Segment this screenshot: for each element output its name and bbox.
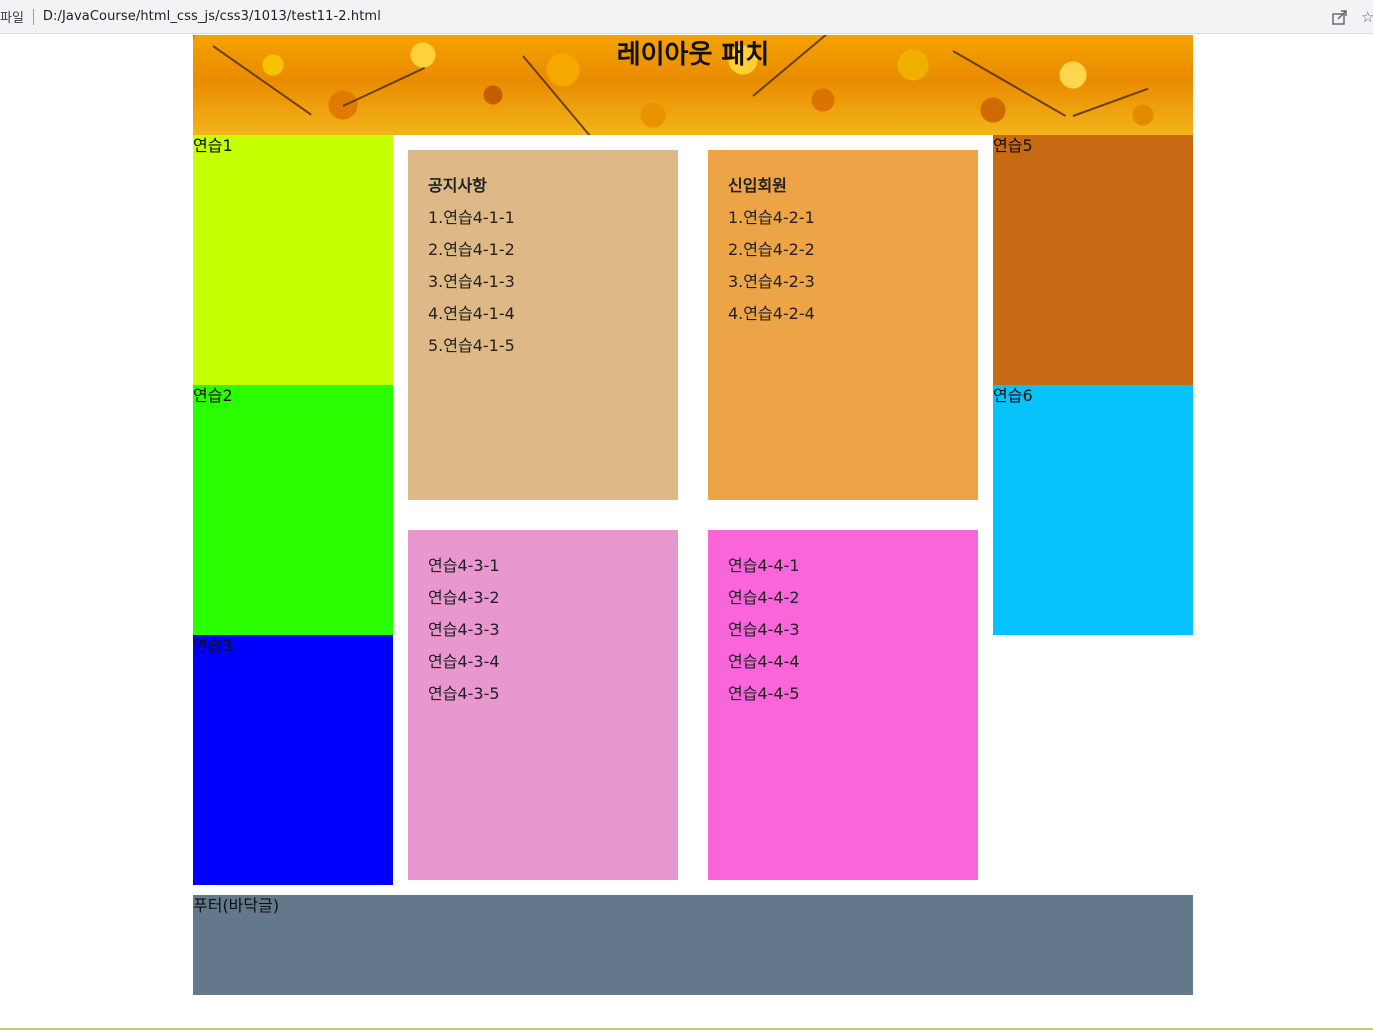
list-item: 1.연습4-2-1 (728, 208, 815, 227)
header-banner: 레이아웃 패치 (193, 35, 1193, 135)
share-icon[interactable] (1331, 8, 1349, 26)
box-label: 연습3 (193, 636, 233, 655)
list-item: 2.연습4-1-2 (428, 240, 515, 259)
box-practice-3: 연습3 (193, 635, 393, 885)
box-practice-2: 연습2 (193, 385, 393, 635)
box-practice-1: 연습1 (193, 135, 393, 385)
list-item: 2.연습4-2-2 (728, 240, 815, 259)
list-item: 연습4-3-5 (428, 684, 500, 703)
box-label: 연습1 (193, 136, 233, 155)
list-item: 4.연습4-2-4 (728, 304, 815, 323)
footer: 푸터(바닥글) (193, 895, 1193, 995)
box-label: 연습6 (993, 386, 1033, 405)
list-item: 3.연습4-1-3 (428, 272, 515, 291)
list-item: 연습4-4-2 (728, 588, 800, 607)
list-item: 연습4-3-4 (428, 652, 500, 671)
list-item: 연습4-3-3 (428, 620, 500, 639)
url-text[interactable]: D:/JavaCourse/html_css_js/css3/1013/test… (43, 9, 381, 24)
list-item: 3.연습4-2-3 (728, 272, 815, 291)
box-label: 연습5 (993, 136, 1033, 155)
protocol-label: 파일 (0, 11, 24, 26)
address-bar[interactable]: 파일 D:/JavaCourse/html_css_js/css3/1013/t… (0, 0, 1373, 34)
box-practice-5: 연습5 (993, 135, 1193, 385)
list-item: 1.연습4-1-1 (428, 208, 515, 227)
list-item: 연습4-4-1 (728, 556, 800, 575)
branch-decoration (1072, 87, 1149, 117)
panel-new-members: 신입회원 1.연습4-2-1 2.연습4-2-2 3.연습4-2-3 4.연습4… (708, 150, 978, 500)
star-icon[interactable]: ☆ (1361, 8, 1373, 26)
panel-title: 신입회원 (728, 176, 787, 195)
list-item: 연습4-4-3 (728, 620, 800, 639)
list-item: 5.연습4-1-5 (428, 336, 515, 355)
panel-notice: 공지사항 1.연습4-1-1 2.연습4-1-2 3.연습4-1-3 4.연습4… (408, 150, 678, 500)
panel-practice-4-4: 연습4-4-1 연습4-4-2 연습4-4-3 연습4-4-4 연습4-4-5 (708, 530, 978, 880)
panel-title: 공지사항 (428, 176, 487, 195)
panel-practice-4-3: 연습4-3-1 연습4-3-2 연습4-3-3 연습4-3-4 연습4-3-5 (408, 530, 678, 880)
branch-decoration (342, 67, 425, 107)
list-item: 연습4-4-4 (728, 652, 800, 671)
page-title: 레이아웃 패치 (616, 40, 770, 70)
list-item: 연습4-4-5 (728, 684, 800, 703)
address-divider (32, 8, 34, 25)
list-item: 연습4-3-2 (428, 588, 500, 607)
box-practice-6: 연습6 (993, 385, 1193, 635)
list-item: 연습4-3-1 (428, 556, 500, 575)
list-item: 4.연습4-1-4 (428, 304, 515, 323)
footer-label: 푸터(바닥글) (193, 896, 280, 915)
box-label: 연습2 (193, 386, 233, 405)
